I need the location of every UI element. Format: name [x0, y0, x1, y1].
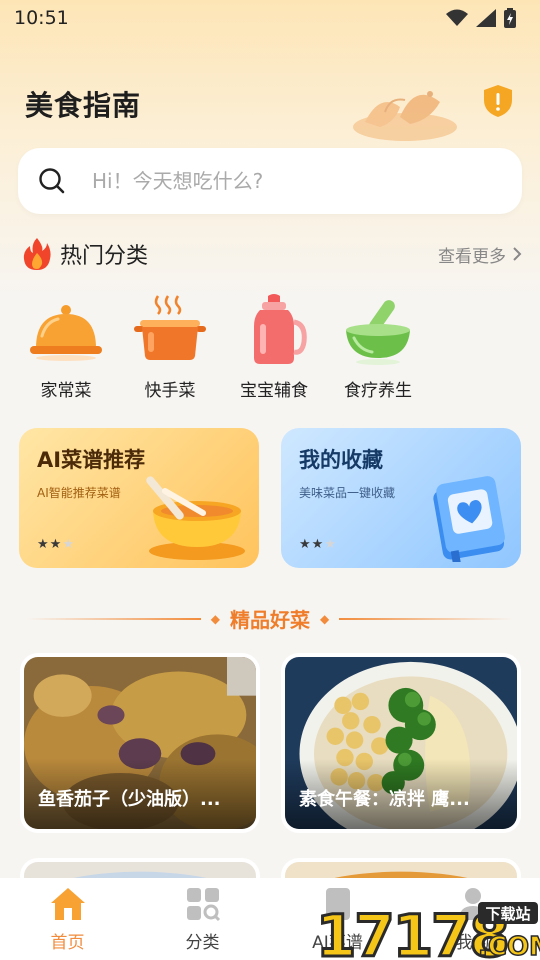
rating-stars: ★★★ — [299, 537, 337, 552]
svg-text:下载站: 下载站 — [485, 905, 530, 923]
signal-icon — [476, 9, 496, 27]
section-title: 精品好菜 — [230, 608, 310, 632]
category-item-diet-therapy[interactable]: 食疗养生 — [326, 292, 430, 401]
category-item-quick-dishes[interactable]: 快手菜 — [118, 292, 222, 401]
section-title: 热门分类 — [60, 244, 149, 269]
tab-label: 首页 — [50, 933, 85, 953]
tab-home[interactable]: 首页 — [8, 886, 128, 953]
divider-dot: ◆ — [210, 611, 220, 626]
wifi-icon — [446, 9, 468, 26]
fire-icon — [23, 238, 51, 270]
search-bar[interactable] — [18, 148, 522, 214]
featured-section-header: ◆ 精品好菜 ◆ — [0, 604, 540, 633]
search-icon — [39, 168, 65, 194]
home-icon — [50, 888, 85, 920]
cloche-icon — [30, 305, 102, 361]
dish-name: 素食午餐：凉拌 鹰... — [299, 789, 470, 810]
status-time: 10:51 — [14, 7, 69, 29]
heart-book-icon — [433, 476, 505, 562]
category-list: 家常菜 快手菜 宝宝辅食 食疗养生 — [14, 292, 430, 401]
hot-categories-header: 热门分类 查看更多 — [22, 234, 522, 274]
divider-dot: ◆ — [320, 611, 330, 626]
soup-bowl-icon — [146, 476, 245, 560]
category-label: 快手菜 — [144, 381, 196, 401]
see-more-label: 查看更多 — [438, 246, 506, 267]
search-input[interactable] — [92, 169, 492, 193]
divider-line — [25, 617, 201, 620]
chevron-right-icon — [513, 247, 522, 261]
tab-categories[interactable]: 分类 — [143, 886, 263, 953]
my-favorites-card[interactable]: 我的收藏 美味菜品一键收藏 ★★★ — [281, 428, 521, 568]
grid-search-icon — [186, 888, 220, 922]
app-title: 美食指南 — [25, 89, 142, 122]
dish-name: 鱼香茄子（少油版）... — [38, 789, 221, 810]
category-label: 食疗养生 — [344, 381, 412, 401]
watermark-logo: 17178 下载站 .COM — [315, 901, 540, 960]
svg-text:.COM: .COM — [478, 932, 540, 960]
divider-line — [339, 617, 515, 620]
status-bar: 10:51 — [0, 0, 540, 36]
baby-bottle-icon — [254, 294, 307, 364]
tab-label: 分类 — [185, 933, 220, 953]
status-icons — [446, 8, 516, 28]
card-title: 我的收藏 — [299, 448, 383, 472]
dish-card[interactable]: 素食午餐：凉拌 鹰... — [281, 653, 521, 833]
category-label: 宝宝辅食 — [240, 381, 308, 401]
dish-card[interactable]: 鱼香茄子（少油版）... — [20, 653, 260, 833]
shield-icon[interactable] — [482, 84, 514, 118]
see-more-link[interactable]: 查看更多 — [438, 242, 522, 267]
rating-stars: ★★★ — [37, 537, 75, 552]
category-item-home-cooking[interactable]: 家常菜 — [14, 292, 118, 401]
shrimp-decoration-icon — [353, 91, 457, 141]
mortar-icon — [346, 300, 410, 365]
ai-recipe-card[interactable]: AI菜谱推荐 AI智能推荐菜谱 ★★★ — [19, 428, 259, 568]
category-item-baby-food[interactable]: 宝宝辅食 — [222, 292, 326, 401]
pot-icon — [134, 295, 206, 360]
battery-icon — [504, 8, 516, 28]
category-label: 家常菜 — [40, 381, 92, 401]
